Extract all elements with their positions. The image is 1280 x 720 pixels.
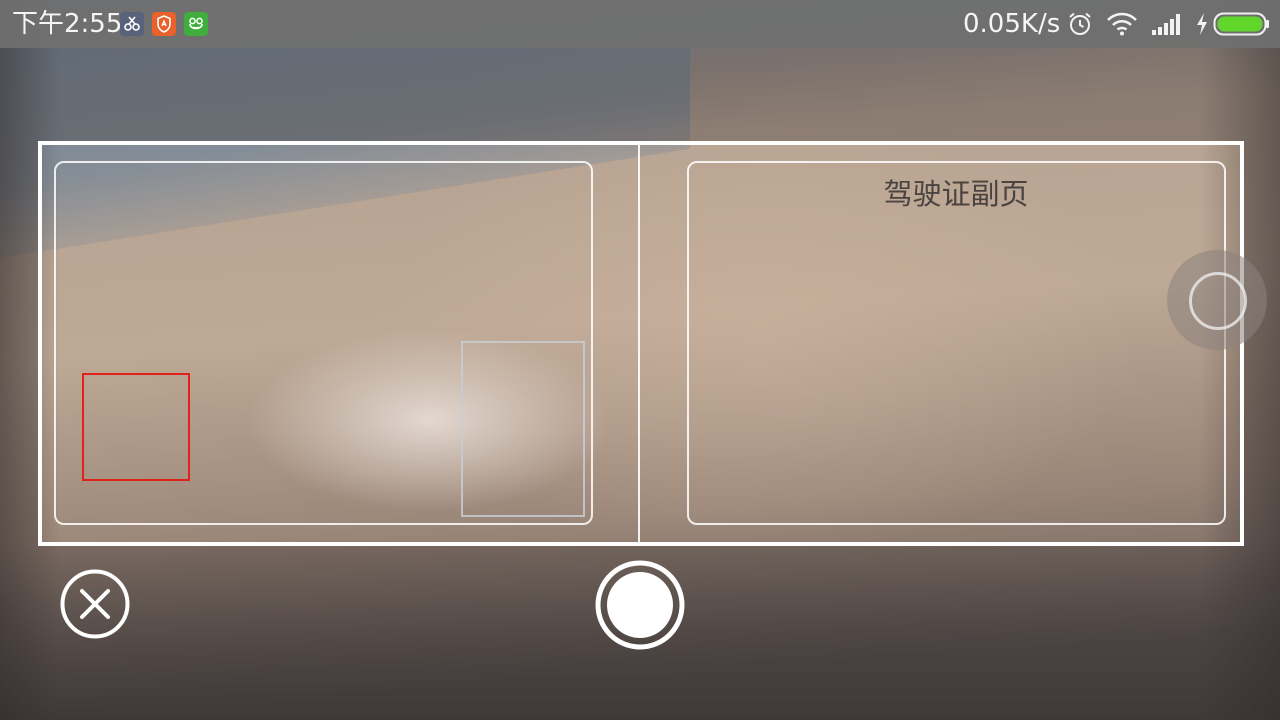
scissors-app-icon: [120, 12, 144, 36]
charging-icon: [1194, 12, 1210, 40]
close-icon: [60, 569, 130, 639]
preview-mask-left: [0, 141, 38, 546]
photo-area-guide: [461, 341, 585, 517]
page-label: 驾驶证副页: [883, 177, 1029, 211]
floating-assist-button[interactable]: [1167, 250, 1267, 350]
preview-mask-top: [0, 48, 1280, 141]
alarm-icon: [1066, 10, 1094, 42]
shield-app-icon: [152, 12, 176, 36]
shutter-button[interactable]: [595, 560, 685, 650]
status-bar: 下午2:55 0.05K/s: [0, 0, 1280, 48]
preview-mask-right: [1242, 141, 1280, 546]
wifi-icon: [1106, 11, 1138, 41]
card-outline-secondary: [687, 161, 1226, 525]
network-speed: 0.05K/s: [963, 9, 1061, 39]
status-time: 下午2:55: [12, 9, 123, 39]
frame-divider: [638, 145, 640, 542]
shutter-icon: [595, 560, 685, 650]
camera-screen: 下午2:55 0.05K/s 驾驶证副页: [0, 0, 1280, 720]
signal-icon: [1150, 12, 1182, 40]
floating-assist-icon: [1189, 272, 1247, 330]
focus-box: [82, 373, 190, 481]
frog-app-icon: [184, 12, 208, 36]
close-button[interactable]: [60, 569, 130, 639]
battery-icon: [1213, 12, 1271, 40]
